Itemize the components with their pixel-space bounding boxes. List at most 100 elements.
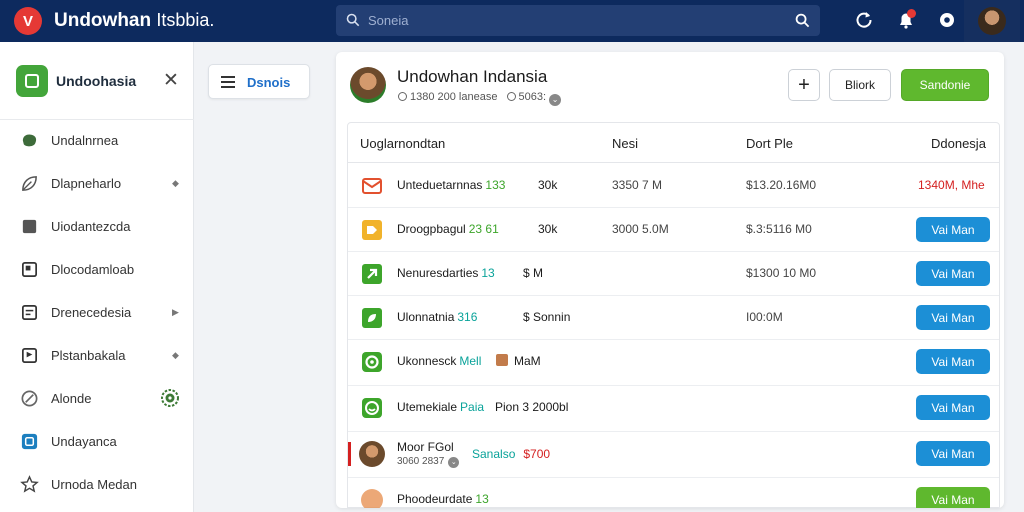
search-bar[interactable] (336, 5, 820, 36)
row-value: $ M (523, 266, 544, 280)
avatar (978, 7, 1006, 35)
chevron-down-icon[interactable]: ⌄ (549, 94, 562, 106)
row-amount: $1300 10 M0 (746, 266, 817, 280)
sidebar-item-6[interactable]: Plstanbakala ◆ (0, 335, 194, 375)
view-button[interactable]: Vai Man (916, 217, 990, 242)
table-row[interactable]: Ukonnesck Mell MaM Vai Man (348, 340, 999, 386)
star-icon (20, 474, 39, 493)
table-row[interactable]: Droogpbagul 23 61 30k 3000 5.0M $.3:5116 … (348, 208, 999, 252)
sidebar-item-label: Uiodantezcda (51, 218, 131, 234)
page-title: Undowhan Indansia (397, 67, 548, 86)
column-header[interactable]: Dort Ple (746, 136, 793, 151)
table-row[interactable]: Moor FGol 3060 2837 ⌄ Sanalso $700 Vai Man (348, 432, 999, 478)
gear-icon[interactable] (160, 388, 180, 408)
sidebar-item-3[interactable]: Uiodantezcda (0, 206, 194, 246)
view-button[interactable]: Vai Man (916, 441, 990, 466)
folder-icon (22, 219, 37, 233)
blob-icon (22, 133, 37, 146)
row-subtext: 3060 2837 ⌄ (397, 456, 460, 468)
search-input[interactable] (368, 10, 778, 31)
sidebar-item-label: Undayanca (51, 433, 117, 449)
row-name: Ukonnesck Mell (397, 354, 482, 368)
add-button[interactable]: + (788, 69, 820, 101)
row-tag: Sanalso $700 (472, 447, 551, 461)
sidebar-item-7[interactable]: Alonde (0, 378, 194, 418)
clock-icon (506, 92, 516, 101)
table-row[interactable]: Utemekiale Paia Pion 3 2000bl Vai Man (348, 386, 999, 432)
secondary-button[interactable]: Bliork (829, 69, 891, 101)
chevron-right-icon: ◆ (172, 177, 179, 188)
row-name: Utemekiale Paia (397, 400, 485, 414)
sidebar-item-label: Urnoda Medan (51, 476, 137, 492)
row-value: 3000 5.0M (612, 222, 669, 236)
row-value: $ Sonnin (523, 310, 571, 324)
chevron-down-icon[interactable]: ⌄ (448, 457, 460, 468)
avatar-icon (359, 441, 385, 467)
compass-icon (21, 390, 38, 406)
panel-toggle-button[interactable]: Dsnois (208, 64, 310, 99)
column-header[interactable]: Uoglarnondtan (360, 136, 445, 151)
square-icon (21, 433, 38, 449)
fruit-icon (361, 489, 383, 508)
search-submit-icon[interactable] (795, 13, 810, 28)
card-icon (21, 261, 38, 277)
arrow-icon (362, 264, 382, 284)
sidebar-item-4[interactable]: Dlocodamloab (0, 249, 194, 289)
leaf-icon (22, 175, 37, 191)
notification-badge (907, 9, 916, 18)
settings-icon[interactable] (937, 10, 957, 30)
column-header[interactable]: Nesi (612, 136, 638, 151)
row-highlight (348, 442, 351, 466)
table-row[interactable]: Phoodeurdate 13 Vai Man (348, 478, 999, 508)
face-icon (362, 398, 382, 418)
brand-icon (16, 65, 48, 97)
top-bar: V Undowhan Itsbbia. (0, 0, 1024, 42)
refresh-icon[interactable] (854, 10, 874, 30)
chevron-right-icon: ▶ (172, 306, 179, 317)
row-tag: Paia (460, 400, 485, 414)
close-icon[interactable]: ✕ (163, 69, 179, 92)
column-header[interactable]: Ddonesja (931, 136, 986, 151)
tag-icon (362, 220, 382, 240)
table-row[interactable]: Ulonnatnia 316 $ Sonnin I00:0M Vai Man (348, 296, 999, 340)
sidebar-item-5[interactable]: Drenecedesia ▶ (0, 292, 194, 332)
user-avatar-button[interactable] (964, 0, 1020, 42)
sidebar-item-2[interactable]: Dlapneharlo ◆ (0, 163, 194, 203)
thumbnail-icon (496, 354, 508, 366)
sidebar-item-label: Drenecedesia (51, 304, 132, 320)
app-title-main: Undowhan (54, 10, 152, 31)
view-button[interactable]: Vai Man (916, 349, 990, 374)
menu-icon (221, 76, 235, 88)
app-logo[interactable]: V (14, 7, 42, 35)
row-amount: I00:0M (746, 310, 783, 324)
sidebar-item-8[interactable]: Undayanca (0, 421, 194, 461)
sidebar-item-label: Undalnrnea (51, 132, 119, 148)
row-amount: $.3:5116 M0 (746, 222, 812, 236)
avatar (350, 67, 386, 103)
app-title-sub: Itsbbia. (156, 10, 215, 30)
row-tag: Mell (459, 354, 482, 368)
sidebar-item-label: Alonde (51, 390, 92, 406)
row-tag: 23 61 (468, 222, 499, 236)
sidebar-item-1[interactable]: Undalnrnea (0, 120, 194, 160)
meta-time: 5063: (518, 91, 547, 103)
sidebar-item-label: Dlapneharlo (51, 175, 122, 191)
primary-button[interactable]: Sandonie (901, 69, 989, 101)
table-row[interactable]: Unteduetarnnas 133 30k 3350 7 M $13.20.16… (348, 164, 999, 208)
view-button[interactable]: Vai Man (916, 395, 990, 420)
row-tag: 133 (485, 178, 506, 192)
view-button[interactable]: Vai Man (916, 261, 990, 286)
row-value: MaM (496, 354, 541, 368)
row-name: Ulonnatnia 316 (397, 310, 478, 324)
table-row[interactable]: Nenuresdarties 13 $ M $1300 10 M0 Vai Man (348, 252, 999, 296)
sidebar-brand: Undoohasia (56, 73, 137, 89)
view-button[interactable]: Vai Man (916, 487, 990, 508)
main-card: Undowhan Indansia 1380 200 lanease 5063:… (336, 52, 1004, 508)
sidebar-item-9[interactable]: Urnoda Medan (0, 464, 194, 504)
page-meta: 1380 200 lanease 5063: ⌄ (398, 91, 562, 106)
app-title: Undowhan Itsbbia. (54, 10, 214, 32)
meta-count: 1380 200 lanease (410, 91, 498, 103)
window-icon (21, 304, 38, 320)
row-name: Nenuresdarties 13 (397, 266, 495, 280)
view-button[interactable]: Vai Man (916, 305, 990, 330)
